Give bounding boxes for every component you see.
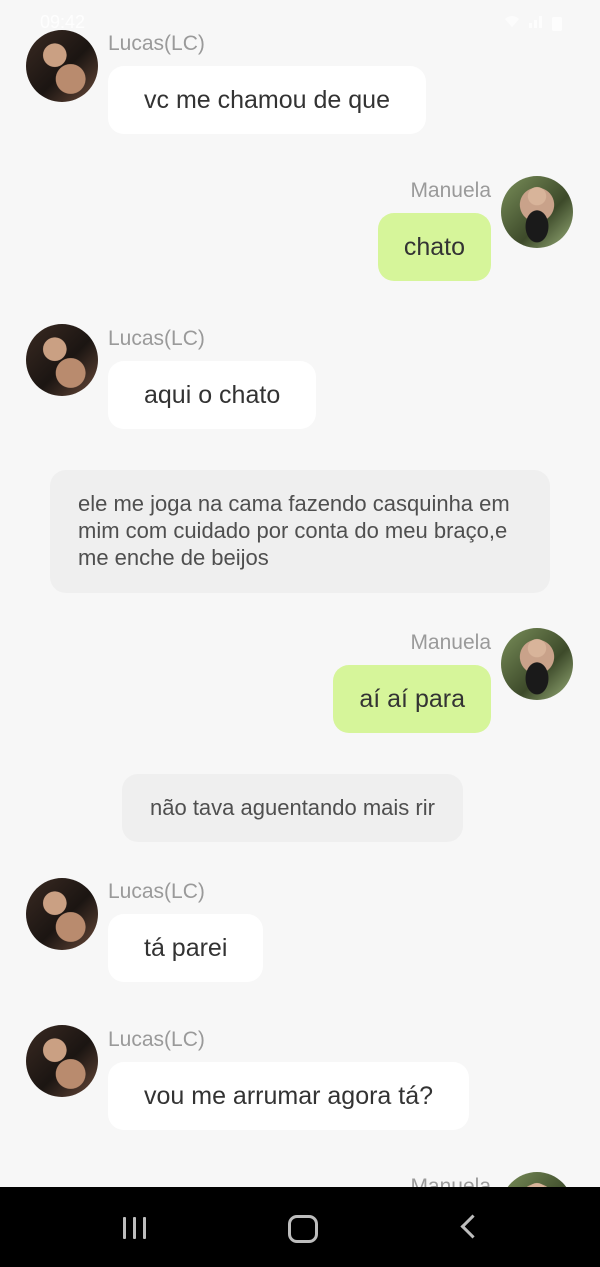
message-row: Lucas(LC) tá parei <box>0 876 600 986</box>
message-row: Manuela <box>0 1172 600 1187</box>
status-time: 09:42 <box>40 12 86 32</box>
message-bubble[interactable]: vou me arrumar agora tá? <box>108 1062 470 1130</box>
chat-view[interactable]: Lucas(LC) vc me chamou de que Manuela ch… <box>0 0 600 1187</box>
back-icon[interactable] <box>430 1187 510 1267</box>
wifi-icon <box>504 14 520 33</box>
message-bubble[interactable]: tá parei <box>108 914 264 982</box>
home-icon[interactable] <box>262 1187 342 1267</box>
sender-name: Manuela <box>410 179 491 202</box>
message-bubble[interactable]: aí aí para <box>333 665 491 733</box>
message-bubble[interactable]: aqui o chato <box>108 361 317 429</box>
sender-name: Manuela <box>410 1175 491 1187</box>
message-bubble[interactable]: vc me chamou de que <box>108 66 426 134</box>
sender-name: Lucas(LC) <box>108 1028 205 1051</box>
sender-name: Lucas(LC) <box>108 880 205 903</box>
status-icons <box>504 14 562 33</box>
sender-name: Manuela <box>410 631 491 654</box>
recents-icon[interactable] <box>95 1187 175 1267</box>
message-row: Manuela chato <box>0 176 600 286</box>
narration-bubble[interactable]: ele me joga na cama fazendo casquinha em… <box>50 470 550 593</box>
avatar[interactable] <box>501 1172 573 1187</box>
sender-name: Lucas(LC) <box>108 327 205 350</box>
message-bubble[interactable]: chato <box>377 213 491 281</box>
avatar[interactable] <box>501 628 573 700</box>
signal-icon <box>528 14 544 33</box>
battery-icon <box>552 16 562 31</box>
status-bar: 09:42 <box>0 0 600 48</box>
avatar[interactable] <box>26 324 98 396</box>
narration-bubble[interactable]: não tava aguentando mais rir <box>122 774 463 842</box>
navigation-bar <box>0 1187 600 1267</box>
message-row: Lucas(LC) aqui o chato <box>0 323 600 433</box>
avatar[interactable] <box>501 176 573 248</box>
avatar[interactable] <box>26 1025 98 1097</box>
avatar[interactable] <box>26 878 98 950</box>
message-row: Manuela aí aí para <box>0 628 600 738</box>
message-row: Lucas(LC) vou me arrumar agora tá? <box>0 1024 600 1134</box>
